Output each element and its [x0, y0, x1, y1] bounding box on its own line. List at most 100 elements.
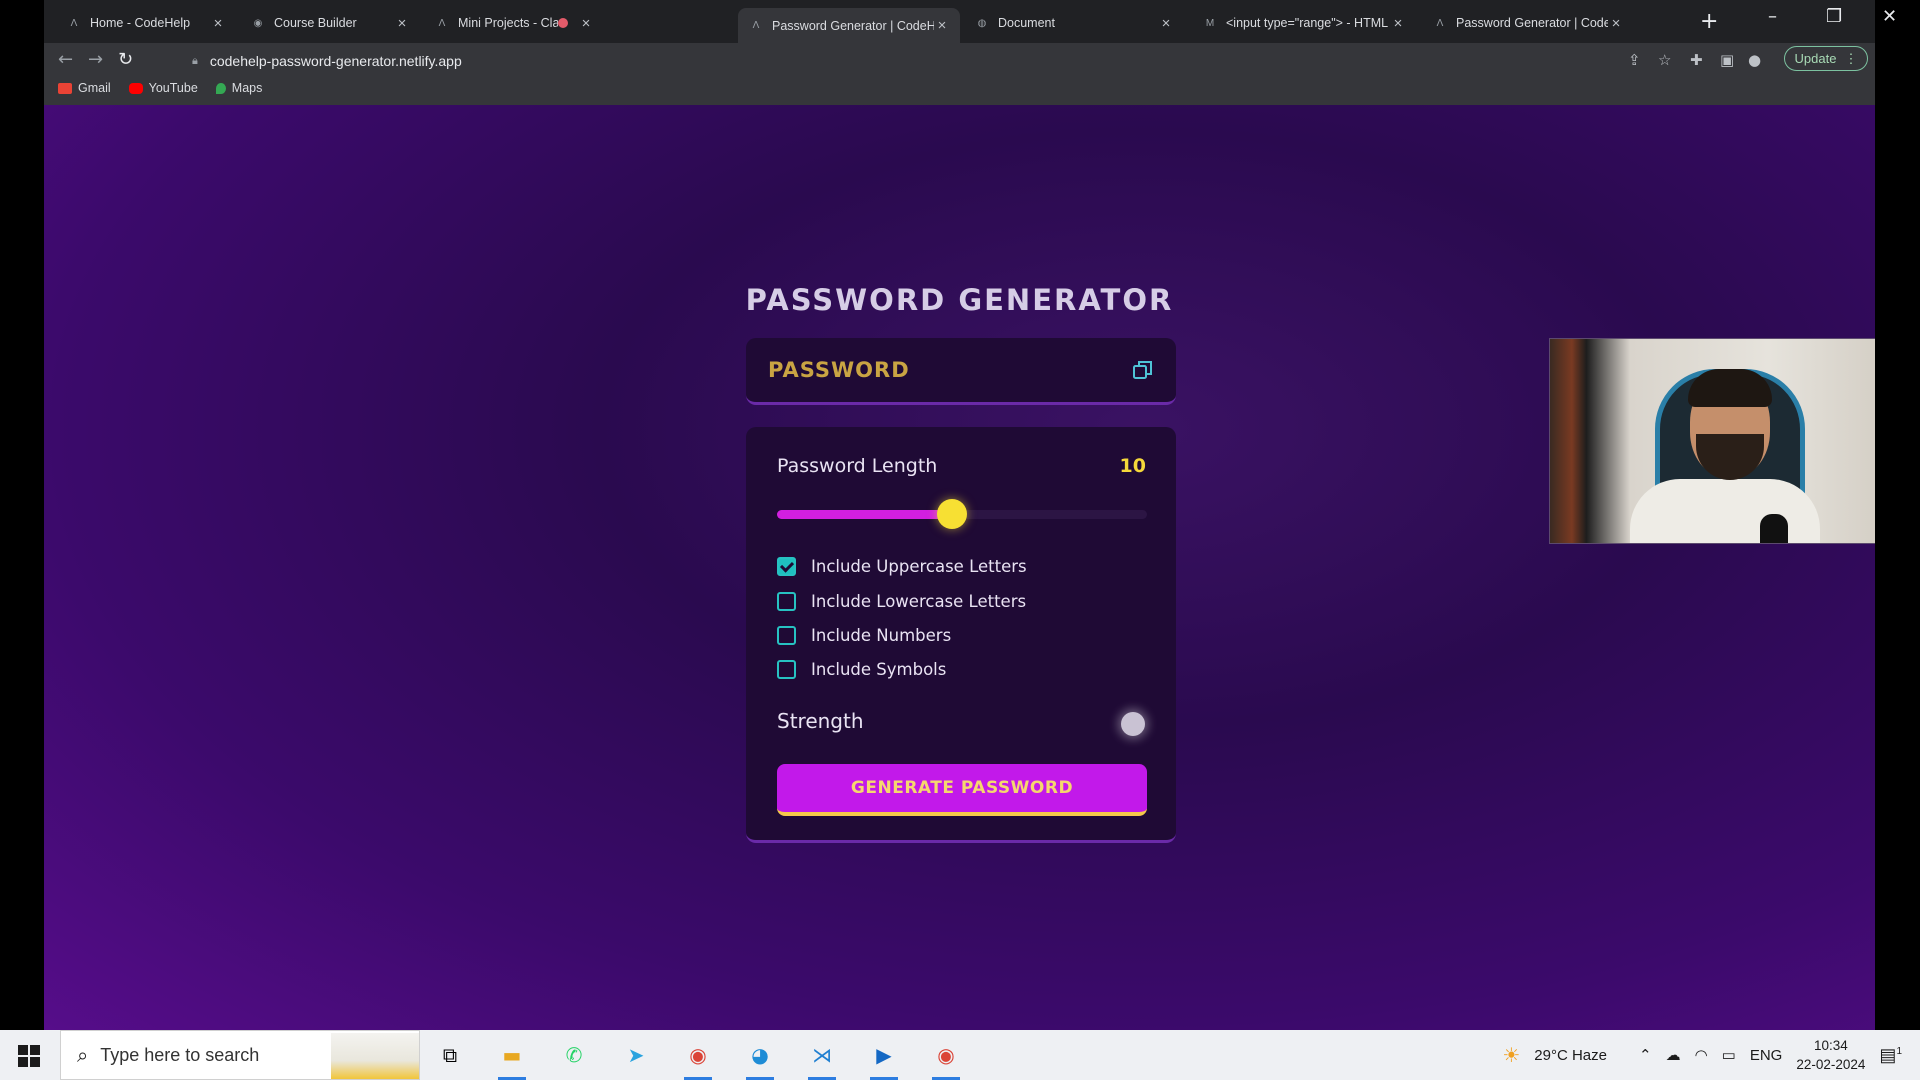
side-panel-icon[interactable]: ▣: [1720, 51, 1734, 69]
symbols-checkbox[interactable]: [777, 660, 796, 679]
close-icon[interactable]: ×: [578, 15, 594, 32]
language-indicator[interactable]: ENG: [1750, 1047, 1783, 1064]
notification-icon[interactable]: ▤1: [1879, 1045, 1902, 1066]
close-icon[interactable]: ×: [1158, 15, 1174, 32]
webcam-microphone: [1760, 514, 1788, 543]
close-icon[interactable]: ×: [934, 17, 950, 34]
tab-home-codehelp[interactable]: Λ Home - CodeHelp ×: [56, 8, 236, 38]
option-symbols[interactable]: Include Symbols: [777, 660, 946, 679]
tab-password-generator-active[interactable]: Λ Password Generator | CodeHelp ×: [738, 8, 960, 43]
maps-icon: [215, 82, 226, 94]
slider-thumb[interactable]: [937, 499, 968, 529]
tab-document[interactable]: ◍ Document ×: [964, 8, 1184, 38]
web-page: PASSWORD GENERATOR Password Length 10 In…: [44, 105, 1875, 1030]
taskbar-search[interactable]: ⌕: [60, 1030, 420, 1080]
chrome-icon[interactable]: ◉: [680, 1038, 716, 1080]
settings-card: Password Length 10 Include Uppercase Let…: [746, 427, 1176, 843]
search-highlight-image: [331, 1033, 419, 1079]
notification-count: 1: [1896, 1045, 1902, 1057]
share-icon[interactable]: ⇪: [1628, 51, 1641, 69]
telegram-icon[interactable]: ➤: [618, 1038, 654, 1072]
bookmark-star-icon[interactable]: ☆: [1658, 51, 1671, 69]
windows-start-icon[interactable]: [18, 1045, 40, 1067]
close-icon[interactable]: ×: [394, 15, 410, 32]
codehelp-icon: Λ: [70, 17, 78, 29]
bookmarks-bar: Gmail YouTube Maps: [58, 81, 262, 95]
password-display-field[interactable]: [768, 358, 1128, 382]
browser-tab-bar: Λ Home - CodeHelp × ◉ Course Builder × Λ…: [44, 0, 1897, 43]
back-icon[interactable]: ←: [58, 49, 73, 70]
url-text: codehelp-password-generator.netlify.app: [209, 53, 462, 69]
close-icon[interactable]: ×: [1608, 15, 1624, 32]
forward-icon[interactable]: →: [88, 49, 103, 70]
search-icon: ⌕: [77, 1043, 89, 1067]
password-length-value: 10: [1119, 455, 1146, 477]
reload-icon[interactable]: ↻: [118, 49, 133, 70]
browser-toolbar: ← → ↻ 🔒︎ codehelp-password-generator.net…: [44, 43, 1875, 113]
webcam-person-hair: [1688, 369, 1772, 407]
tab-input-range-mdn[interactable]: M <input type="range"> - HTML ×: [1192, 8, 1416, 38]
taskbar-search-input[interactable]: [100, 1044, 321, 1066]
update-button[interactable]: Update ⋮: [1784, 46, 1868, 71]
tab-password-generator-2[interactable]: Λ Password Generator | CodeHelp ×: [1422, 8, 1634, 38]
strength-indicator: [1121, 712, 1145, 736]
file-explorer-icon[interactable]: ▬: [494, 1038, 530, 1080]
recording-icon: [558, 18, 568, 28]
close-icon[interactable]: ×: [1390, 15, 1406, 32]
battery-icon[interactable]: ▭: [1722, 1046, 1736, 1064]
password-display-card: [746, 338, 1176, 405]
chrome-profile-icon[interactable]: ◉: [928, 1038, 964, 1080]
codehelp-icon: Λ: [438, 17, 446, 29]
vscode-icon[interactable]: ⋊: [804, 1038, 840, 1080]
clock[interactable]: 10:34 22-02-2024: [1796, 1036, 1865, 1074]
tray-overflow-icon[interactable]: ⌃: [1639, 1046, 1652, 1064]
course-builder-icon: ◉: [253, 17, 263, 29]
webcam-overlay: [1549, 338, 1875, 544]
whatsapp-icon[interactable]: ✆: [556, 1038, 592, 1072]
wifi-icon[interactable]: ◠: [1695, 1046, 1708, 1064]
edge-icon[interactable]: ◕: [742, 1038, 778, 1080]
tab-mini-projects[interactable]: Λ Mini Projects - Class 1 ×: [424, 8, 604, 38]
close-icon[interactable]: ×: [210, 15, 226, 32]
uppercase-checkbox[interactable]: [777, 557, 796, 576]
length-slider[interactable]: [777, 499, 1147, 529]
screen-edge: [1875, 105, 1920, 1030]
generate-password-button[interactable]: GENERATE PASSWORD: [777, 764, 1147, 816]
address-bar[interactable]: 🔒︎ codehelp-password-generator.netlify.a…: [192, 48, 1572, 74]
bookmark-youtube[interactable]: YouTube: [128, 81, 198, 95]
weather-text[interactable]: 29°C Haze: [1534, 1047, 1607, 1064]
system-tray: ☀ 29°C Haze ⌃ ☁ ◠ ▭ ENG 10:34 22-02-2024…: [1502, 1030, 1920, 1080]
option-uppercase[interactable]: Include Uppercase Letters: [777, 557, 1027, 576]
slider-fill: [777, 510, 953, 519]
option-lowercase[interactable]: Include Lowercase Letters: [777, 592, 1026, 611]
gmail-icon: [58, 82, 72, 94]
clock-time: 10:34: [1813, 1038, 1848, 1053]
weather-icon: ☀: [1502, 1044, 1521, 1067]
minimize-icon[interactable]: –: [1768, 6, 1777, 27]
webcam-person-body: [1630, 479, 1820, 543]
mdn-icon: M: [1205, 17, 1215, 29]
windows-taskbar: ⌕ ⧉ ▬ ✆ ➤ ◉ ◕ ⋊ ▶ ◉ ☀ 29°C Haze ⌃ ☁ ◠ ▭ …: [0, 1030, 1920, 1080]
restore-icon[interactable]: ❐: [1826, 6, 1842, 27]
extensions-icon[interactable]: ✚: [1690, 51, 1703, 69]
clock-date: 22-02-2024: [1796, 1057, 1866, 1072]
password-length-label: Password Length: [777, 455, 938, 477]
lock-icon: 🔒︎: [192, 54, 198, 67]
copy-icon[interactable]: [1131, 358, 1155, 382]
onedrive-icon[interactable]: ☁: [1666, 1046, 1681, 1064]
codehelp-icon: Λ: [1436, 17, 1444, 29]
screen-recorder-icon[interactable]: ▶: [866, 1038, 902, 1080]
profile-avatar-icon[interactable]: ●: [1748, 51, 1761, 69]
bookmark-gmail[interactable]: Gmail: [58, 81, 111, 95]
window-close-icon[interactable]: ✕: [1882, 6, 1897, 27]
option-numbers[interactable]: Include Numbers: [777, 626, 951, 645]
new-tab-icon[interactable]: +: [1700, 9, 1718, 34]
tab-course-builder[interactable]: ◉ Course Builder ×: [240, 8, 420, 38]
task-view-icon[interactable]: ⧉: [432, 1038, 468, 1072]
bookmark-maps[interactable]: Maps: [215, 81, 262, 95]
lowercase-checkbox[interactable]: [777, 592, 796, 611]
globe-icon: ◍: [977, 17, 987, 29]
more-menu-icon[interactable]: ⋮: [1844, 51, 1857, 67]
page-title: PASSWORD GENERATOR: [745, 283, 1174, 317]
numbers-checkbox[interactable]: [777, 626, 796, 645]
